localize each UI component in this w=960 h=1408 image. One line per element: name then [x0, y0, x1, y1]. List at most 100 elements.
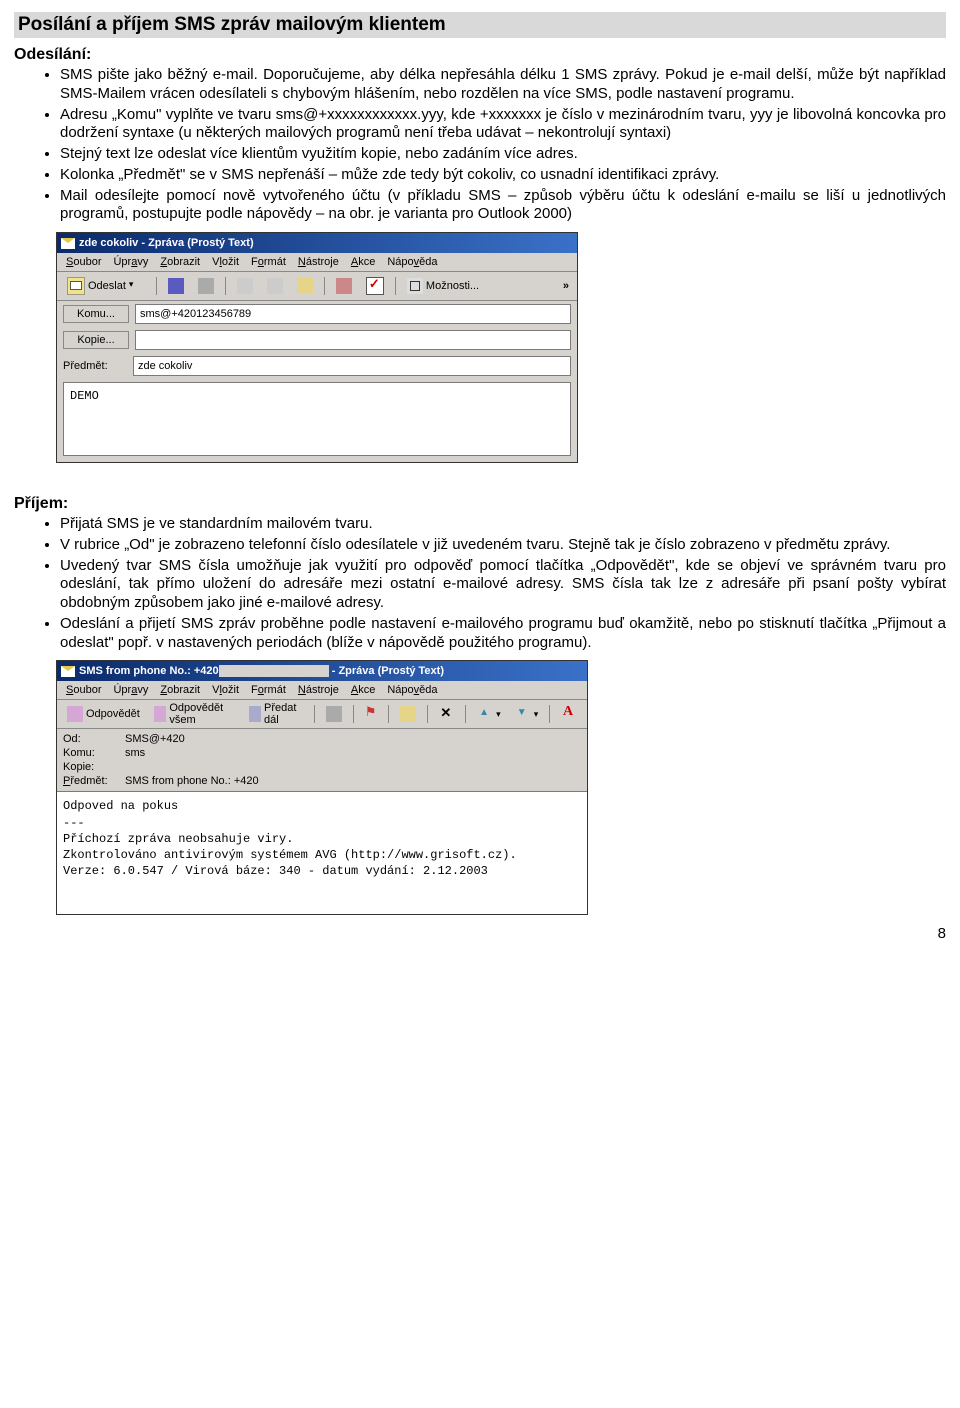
menu-view[interactable]: Zobrazit	[155, 683, 205, 697]
menu-insert[interactable]: Vložit	[207, 255, 244, 269]
separator	[549, 705, 550, 723]
separator	[156, 277, 157, 295]
options-icon	[407, 278, 423, 294]
window-title: zde cokoliv - Zpráva (Prostý Text)	[79, 237, 254, 249]
toolbar: Odeslat Možnosti... »	[57, 272, 577, 301]
cut-button[interactable]	[231, 275, 259, 297]
separator	[395, 277, 396, 295]
menu-bar: Soubor Úpravy Zobrazit Vložit Formát Nás…	[57, 681, 587, 700]
flag-icon	[365, 706, 377, 722]
message-body[interactable]: Odpoved na pokus --- Příchozí zpráva neo…	[57, 791, 587, 914]
menu-file[interactable]: Soubor	[61, 683, 106, 697]
sending-subheading: Odesílání:	[14, 46, 946, 64]
forward-icon	[249, 706, 261, 722]
separator	[388, 705, 389, 723]
message-header: Od:SMS@+420 Komu:sms Kopie: Předmět:SMS …	[57, 729, 587, 791]
cut-icon	[237, 278, 253, 294]
redacted-number	[185, 733, 295, 745]
toolbar-overflow[interactable]: »	[559, 280, 573, 292]
mail-icon	[61, 666, 75, 677]
separator	[427, 705, 428, 723]
forward-button[interactable]: Předat dál	[243, 699, 310, 729]
menu-format[interactable]: Formát	[246, 683, 291, 697]
menu-tools[interactable]: Nástroje	[293, 683, 344, 697]
menu-insert[interactable]: Vložit	[207, 683, 244, 697]
to-field[interactable]: sms@+420123456789	[135, 304, 571, 324]
options-button[interactable]: Možnosti...	[401, 275, 485, 297]
print-button[interactable]	[192, 275, 220, 297]
compose-window-screenshot: zde cokoliv - Zpráva (Prostý Text) Soubo…	[56, 232, 578, 463]
paste-button[interactable]	[291, 275, 319, 297]
options-button-label: Možnosti...	[426, 280, 479, 292]
save-button[interactable]	[162, 275, 190, 297]
list-item: Stejný text lze odeslat více klientům vy…	[60, 145, 946, 164]
reply-all-button[interactable]: Odpovědět všem	[148, 699, 241, 729]
sending-bullet-list: SMS pište jako běžný e-mail. Doporučujem…	[14, 66, 946, 224]
list-item: Uvedený tvar SMS čísla umožňuje jak využ…	[60, 557, 946, 613]
cc-label: Kopie:	[63, 761, 119, 773]
addressbook-button[interactable]	[330, 275, 358, 297]
subject-field[interactable]: zde cokoliv	[133, 356, 571, 376]
print-icon	[198, 278, 214, 294]
addressbook-icon	[336, 278, 352, 294]
to-button[interactable]: Komu...	[63, 305, 129, 323]
read-window-screenshot: SMS from phone No.: +420 - Zpráva (Prost…	[56, 660, 588, 915]
toolbar: Odpovědět Odpovědět všem Předat dál ▾ ▾	[57, 700, 587, 729]
menu-help[interactable]: Nápověda	[382, 683, 442, 697]
print-icon	[326, 706, 342, 722]
delete-icon	[438, 706, 454, 722]
reply-button[interactable]: Odpovědět	[61, 703, 146, 725]
window-title: SMS from phone No.: +420 - Zpráva (Prost…	[79, 665, 444, 677]
menu-help[interactable]: Nápověda	[382, 255, 442, 269]
font-button[interactable]	[555, 703, 583, 725]
menu-actions[interactable]: Akce	[346, 255, 380, 269]
move-button[interactable]	[394, 703, 422, 725]
menu-tools[interactable]: Nástroje	[293, 255, 344, 269]
forward-button-label: Předat dál	[264, 702, 303, 726]
separator	[465, 705, 466, 723]
menu-file[interactable]: Soubor	[61, 255, 106, 269]
message-body[interactable]: DEMO	[63, 382, 571, 456]
section-heading: Posílání a příjem SMS zpráv mailovým kli…	[14, 12, 946, 38]
menu-edit[interactable]: Úpravy	[108, 255, 153, 269]
list-item: Kolonka „Předmět" se v SMS nepřenáší – m…	[60, 166, 946, 185]
window-titlebar: SMS from phone No.: +420 - Zpráva (Prost…	[57, 661, 587, 681]
copy-icon	[267, 278, 283, 294]
receiving-subheading: Příjem:	[14, 495, 946, 513]
list-item: Adresu „Komu" vyplňte ve tvaru sms@+xxxx…	[60, 106, 946, 144]
flag-button[interactable]	[359, 703, 383, 725]
copy-button[interactable]	[261, 275, 289, 297]
reply-all-button-label: Odpovědět všem	[169, 702, 234, 726]
menu-view[interactable]: Zobrazit	[155, 255, 205, 269]
print-button[interactable]	[320, 703, 348, 725]
menu-format[interactable]: Formát	[246, 255, 291, 269]
chevron-down-icon	[129, 278, 145, 294]
font-icon	[561, 706, 577, 722]
subject-label: Předmět:	[63, 775, 119, 787]
previous-button[interactable]: ▾	[471, 703, 507, 725]
menu-bar: Soubor Úpravy Zobrazit Vložit Formát Nás…	[57, 253, 577, 272]
cc-field[interactable]	[135, 330, 571, 350]
from-label: Od:	[63, 733, 119, 745]
redacted-number	[219, 665, 329, 677]
menu-edit[interactable]: Úpravy	[108, 683, 153, 697]
list-item: V rubrice „Od" je zobrazeno telefonní čí…	[60, 536, 946, 555]
cc-button[interactable]: Kopie...	[63, 331, 129, 349]
save-icon	[168, 278, 184, 294]
mail-icon	[61, 238, 75, 249]
down-arrow-icon	[515, 706, 531, 722]
from-value: SMS@+420	[125, 733, 295, 745]
redacted-number	[259, 775, 369, 787]
send-button[interactable]: Odeslat	[61, 274, 151, 298]
delete-button[interactable]	[432, 703, 460, 725]
list-item: Přijatá SMS je ve standardním mailovém t…	[60, 515, 946, 534]
list-item: Mail odesílejte pomocí nově vytvořeného …	[60, 187, 946, 225]
menu-actions[interactable]: Akce	[346, 683, 380, 697]
next-button[interactable]: ▾	[509, 703, 545, 725]
to-value: sms	[125, 747, 145, 759]
checknames-button[interactable]	[360, 274, 390, 298]
check-icon	[366, 277, 384, 295]
to-label: Komu:	[63, 747, 119, 759]
send-button-label: Odeslat	[88, 280, 126, 292]
reply-all-icon	[154, 706, 167, 722]
